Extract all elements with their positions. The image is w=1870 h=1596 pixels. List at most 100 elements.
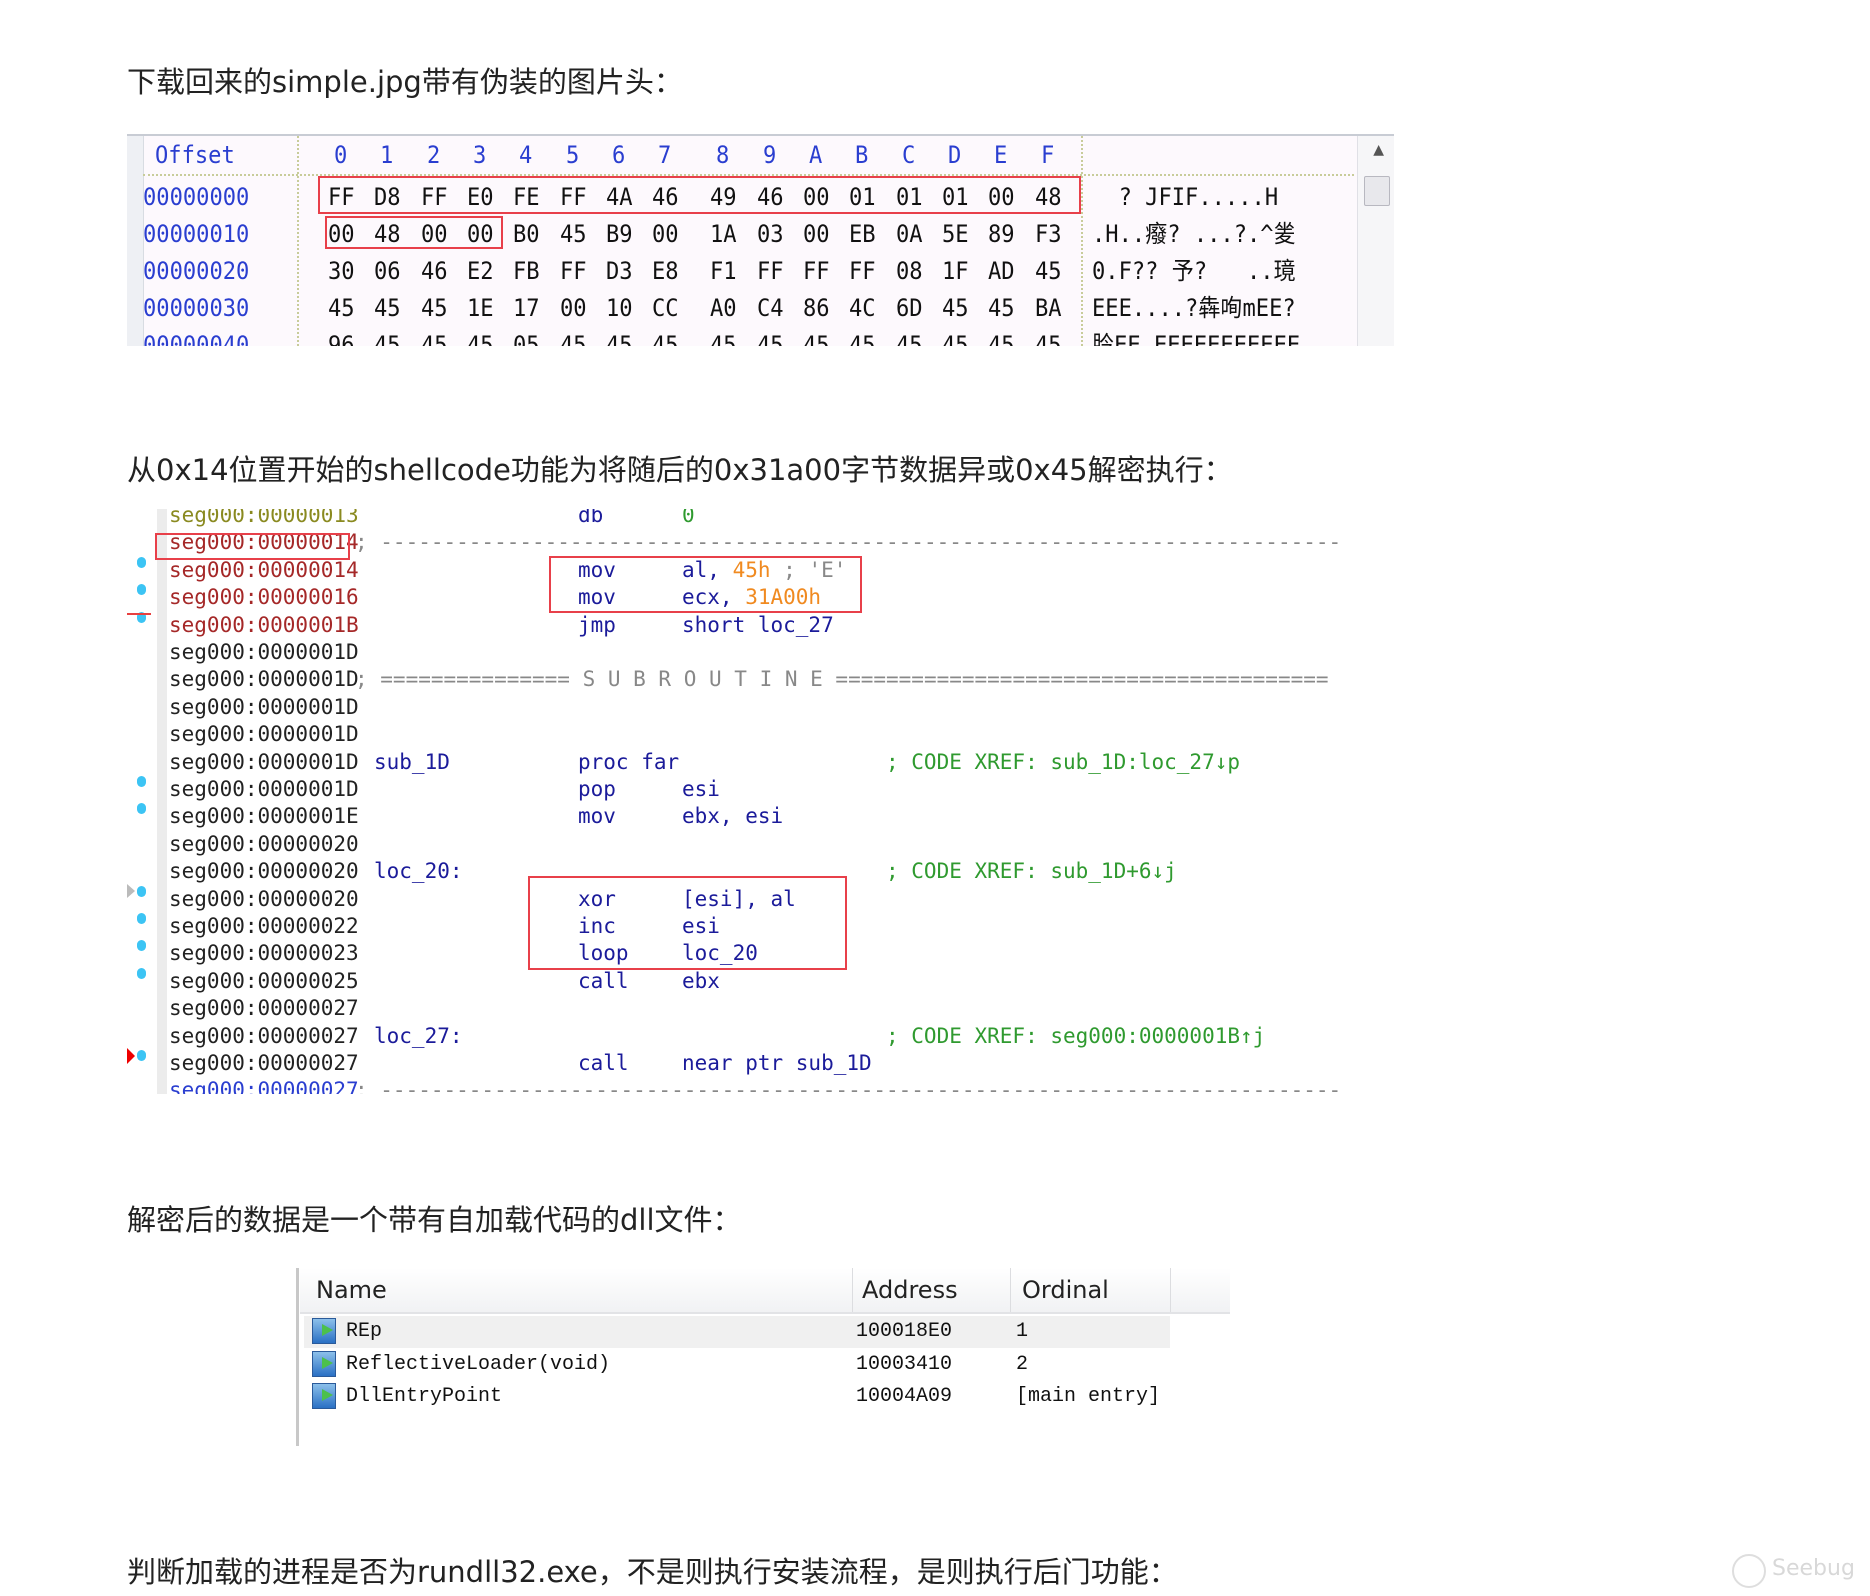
disasm-line[interactable]: seg000:00000013 db 0 <box>127 509 1367 529</box>
hex-byte[interactable]: 03 <box>757 219 784 249</box>
column-separator[interactable] <box>852 1268 853 1312</box>
hex-byte[interactable]: 00 <box>467 219 494 249</box>
hex-byte[interactable]: 45 <box>896 330 923 346</box>
breakpoint-dot-icon[interactable] <box>137 776 146 787</box>
disasm-line[interactable]: seg000:00000027; -----------------------… <box>127 1077 1367 1094</box>
disasm-line[interactable]: seg000:00000027 call near ptr sub_1D <box>127 1050 1367 1077</box>
disasm-line[interactable]: seg000:0000001D sub_1D proc far ; CODE XREF… <box>127 749 1367 776</box>
hex-byte[interactable]: D8 <box>374 182 401 212</box>
hex-byte[interactable]: B9 <box>606 219 633 249</box>
hex-byte[interactable]: F3 <box>1035 219 1062 249</box>
disasm-line[interactable]: seg000:00000027 loc_27: ; CODE XREF: seg00… <box>127 1023 1367 1050</box>
hex-byte[interactable]: CC <box>652 293 679 323</box>
hex-byte[interactable]: EB <box>849 219 876 249</box>
disasm-line[interactable]: seg000:0000001D <box>127 694 1367 721</box>
hex-byte[interactable]: 45 <box>560 219 587 249</box>
hex-byte[interactable]: 1E <box>467 293 494 323</box>
breakpoint-dot-icon[interactable] <box>137 913 146 924</box>
table-row[interactable]: ReflectiveLoader(void) 10003410 2 <box>304 1349 1170 1381</box>
breakpoint-dot-icon[interactable] <box>137 1050 146 1061</box>
hex-byte[interactable]: C4 <box>757 293 784 323</box>
disasm-line[interactable]: seg000:0000001E mov ebx, esi <box>127 803 1367 830</box>
hex-byte[interactable]: FF <box>849 256 876 286</box>
hex-byte[interactable]: 45 <box>942 293 969 323</box>
scroll-thumb[interactable] <box>1364 176 1390 206</box>
hex-byte[interactable]: 5E <box>942 219 969 249</box>
hex-byte[interactable]: 17 <box>513 293 540 323</box>
hex-byte[interactable]: 49 <box>710 182 737 212</box>
hex-byte[interactable]: D3 <box>606 256 633 286</box>
hex-byte[interactable]: 46 <box>757 182 784 212</box>
hex-byte[interactable]: 45 <box>988 293 1015 323</box>
hex-byte[interactable]: 45 <box>467 330 494 346</box>
hex-byte[interactable]: AD <box>988 256 1015 286</box>
hex-byte[interactable]: 00 <box>988 182 1015 212</box>
hex-byte[interactable]: 30 <box>328 256 355 286</box>
hex-byte[interactable]: 45 <box>1035 256 1062 286</box>
hex-byte[interactable]: 6D <box>896 293 923 323</box>
table-row[interactable]: DllEntryPoint 10004A09 [main entry] <box>304 1381 1170 1413</box>
hex-byte[interactable]: FF <box>757 256 784 286</box>
column-address[interactable]: Address <box>862 1276 958 1304</box>
breakpoint-dot-icon[interactable] <box>137 885 146 897</box>
table-row[interactable]: REp 100018E0 1 <box>304 1316 1170 1348</box>
hex-byte[interactable]: FF <box>560 256 587 286</box>
hex-byte[interactable]: 01 <box>849 182 876 212</box>
disasm-line[interactable]: seg000:00000016 mov ecx, 31A00h <box>127 584 1367 611</box>
disasm-line[interactable]: seg000:00000025 call ebx <box>127 967 1367 995</box>
hex-byte[interactable]: 4C <box>849 293 876 323</box>
breakpoint-dot-icon[interactable] <box>137 967 146 979</box>
hex-byte[interactable]: E8 <box>652 256 679 286</box>
hex-byte[interactable]: 96 <box>328 330 355 346</box>
hex-byte[interactable]: 06 <box>374 256 401 286</box>
disasm-line[interactable]: seg000:00000020 loc_20: ; CODE XREF: sub_1… <box>127 858 1367 885</box>
hex-byte[interactable]: F1 <box>710 256 737 286</box>
hex-byte[interactable]: 45 <box>421 293 448 323</box>
disasm-line[interactable]: seg000:0000001D; =============== S U B R… <box>127 666 1367 693</box>
hex-byte[interactable]: 45 <box>328 293 355 323</box>
disasm-line[interactable]: seg000:00000014 mov al, 45h ; 'E' <box>127 556 1367 584</box>
hex-byte[interactable]: 0A <box>896 219 923 249</box>
disasm-line[interactable]: seg000:00000027 <box>127 995 1367 1022</box>
hex-byte[interactable]: 86 <box>803 293 830 323</box>
hex-byte[interactable]: E2 <box>467 256 494 286</box>
hex-byte[interactable]: 45 <box>606 330 633 346</box>
hex-byte[interactable]: 05 <box>513 330 540 346</box>
hex-byte[interactable]: 45 <box>652 330 679 346</box>
column-ordinal[interactable]: Ordinal <box>1022 1276 1109 1304</box>
hex-byte[interactable]: FF <box>328 182 355 212</box>
disasm-line[interactable]: seg000:0000001B jmp short loc_27 <box>127 611 1367 639</box>
breakpoint-dot-icon[interactable] <box>137 940 146 952</box>
disasm-line[interactable]: seg000:0000001D <box>127 639 1367 666</box>
hex-byte[interactable]: A0 <box>710 293 737 323</box>
disasm-line[interactable]: seg000:00000022 inc esi <box>127 913 1367 940</box>
hex-byte[interactable]: FF <box>421 182 448 212</box>
hex-byte[interactable]: 48 <box>1035 182 1062 212</box>
hex-byte[interactable]: 45 <box>803 330 830 346</box>
hex-byte[interactable]: 01 <box>942 182 969 212</box>
hex-byte[interactable]: B0 <box>513 219 540 249</box>
column-separator[interactable] <box>1010 1268 1011 1312</box>
disasm-line[interactable]: seg000:00000020 xor [esi], al <box>127 885 1367 913</box>
hex-byte[interactable]: 00 <box>652 219 679 249</box>
hex-byte[interactable]: 89 <box>988 219 1015 249</box>
hex-byte[interactable]: 00 <box>803 182 830 212</box>
hex-byte[interactable]: 1A <box>710 219 737 249</box>
disasm-line[interactable]: seg000:0000001D pop esi <box>127 776 1367 803</box>
hex-byte[interactable]: 00 <box>803 219 830 249</box>
hex-byte[interactable]: FF <box>803 256 830 286</box>
hex-byte[interactable]: 45 <box>421 330 448 346</box>
column-name[interactable]: Name <box>316 1276 387 1304</box>
hex-byte[interactable]: 45 <box>757 330 784 346</box>
hex-scrollbar[interactable]: ▲ <box>1357 136 1394 346</box>
hex-byte[interactable]: 1F <box>942 256 969 286</box>
scroll-up-icon[interactable]: ▲ <box>1373 142 1384 158</box>
hex-byte[interactable]: 45 <box>988 330 1015 346</box>
hex-byte[interactable]: E0 <box>467 182 494 212</box>
hex-byte[interactable]: FF <box>560 182 587 212</box>
hex-byte[interactable]: FB <box>513 256 540 286</box>
hex-byte[interactable]: 45 <box>374 293 401 323</box>
hex-byte[interactable]: 45 <box>374 330 401 346</box>
hex-byte[interactable]: 45 <box>710 330 737 346</box>
hex-byte[interactable]: 48 <box>374 219 401 249</box>
